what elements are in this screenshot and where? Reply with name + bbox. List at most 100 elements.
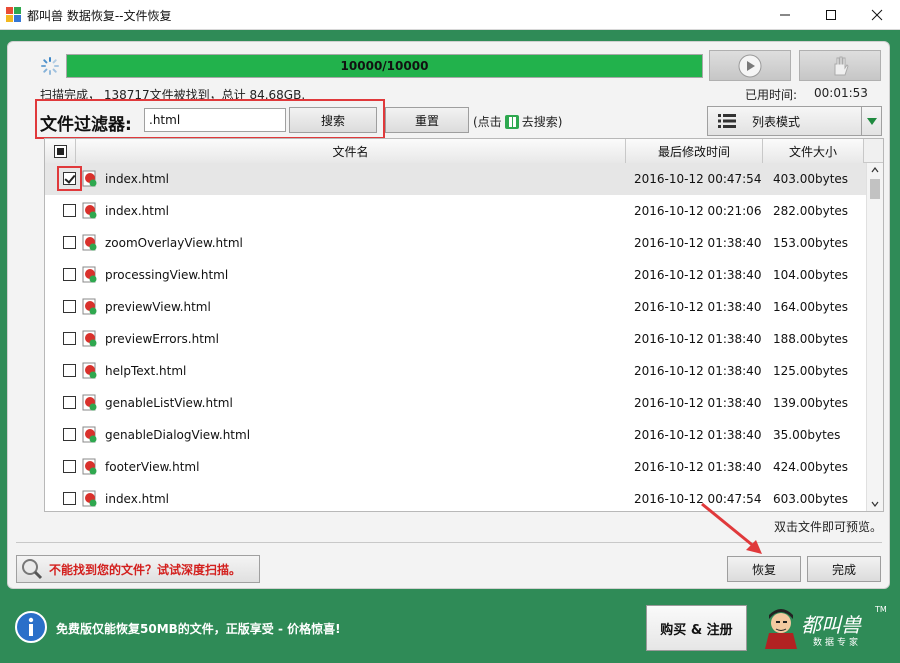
html-file-icon <box>82 170 97 187</box>
table-body: index.html 2016-10-12 00:47:54 403.00bytes… <box>45 163 866 511</box>
table-row[interactable]: index.html 2016-10-12 00:47:54 403.00bytes <box>45 163 866 195</box>
file-size: 282.00bytes <box>773 204 849 218</box>
column-header-filename[interactable]: 文件名 <box>76 139 626 163</box>
close-icon <box>871 9 883 21</box>
search-hint: (点击 去搜索) <box>473 113 562 130</box>
loading-spinner-icon <box>41 57 59 75</box>
scrollbar-thumb[interactable] <box>870 179 880 199</box>
row-checkbox[interactable] <box>63 492 76 505</box>
table-row[interactable]: index.html 2016-10-12 00:21:06 282.00bytes <box>45 195 866 227</box>
table-row[interactable]: index.html 2016-10-12 00:47:54 603.00bytes <box>45 483 866 511</box>
html-file-icon <box>82 362 97 379</box>
close-button[interactable] <box>854 0 900 30</box>
brand-name: 都叫兽 <box>801 613 861 637</box>
html-file-icon <box>82 330 97 347</box>
restore-button[interactable]: 恢复 <box>727 556 801 582</box>
scroll-up-icon[interactable] <box>870 165 880 175</box>
progress-text: 10000/10000 <box>340 59 429 73</box>
main-panel: 10000/10000 扫描完成， 138717文件被找到，总计 84.68GB… <box>7 41 890 589</box>
search-button[interactable]: 搜索 <box>289 107 377 133</box>
file-size: 104.00bytes <box>773 268 849 282</box>
file-filter-input[interactable] <box>144 108 286 132</box>
html-file-icon <box>82 490 97 507</box>
table-row[interactable]: helpText.html 2016-10-12 01:38:40 125.00by… <box>45 355 866 387</box>
row-checkbox[interactable] <box>63 172 76 185</box>
stop-button[interactable] <box>799 50 881 81</box>
dropdown-arrow[interactable] <box>861 107 881 135</box>
brand-logo: 都叫兽 TM 数据专家 <box>755 601 887 653</box>
file-table: 文件名 最后修改时间 文件大小 index.html 2016-10-12 00:… <box>44 138 884 512</box>
window-title: 都叫兽 数据恢复--文件恢复 <box>27 9 172 23</box>
table-row[interactable]: footerView.html 2016-10-12 01:38:40 424.00… <box>45 451 866 483</box>
file-size: 424.00bytes <box>773 460 849 474</box>
html-file-icon <box>82 234 97 251</box>
file-modified-date: 2016-10-12 00:47:54 <box>634 172 762 186</box>
promo-message: 免费版仅能恢复50MB的文件，正版享受 - 价格惊喜! <box>56 622 341 636</box>
resume-button[interactable] <box>709 50 791 81</box>
table-row[interactable]: previewView.html 2016-10-12 01:38:40 164.0… <box>45 291 866 323</box>
file-modified-date: 2016-10-12 01:38:40 <box>634 332 762 346</box>
column-header-size[interactable]: 文件大小 <box>763 139 864 163</box>
file-name: previewErrors.html <box>105 332 219 346</box>
select-all-checkbox[interactable] <box>53 144 67 158</box>
deep-scan-label: 不能找到您的文件？试试深度扫描。 <box>49 562 242 577</box>
buy-register-button[interactable]: 购买 & 注册 <box>646 605 747 651</box>
maximize-icon <box>826 10 836 20</box>
html-file-icon <box>82 202 97 219</box>
html-file-icon <box>82 298 97 315</box>
table-row[interactable]: genableDialogView.html 2016-10-12 01:38:4… <box>45 419 866 451</box>
done-button[interactable]: 完成 <box>807 556 881 582</box>
row-checkbox[interactable] <box>63 236 76 249</box>
play-icon <box>738 54 762 77</box>
file-modified-date: 2016-10-12 01:38:40 <box>634 428 762 442</box>
magnifier-icon <box>22 559 43 580</box>
file-name: zoomOverlayView.html <box>105 236 243 250</box>
pause-icon <box>504 114 519 129</box>
row-checkbox[interactable] <box>63 364 76 377</box>
file-name: genableDialogView.html <box>105 428 251 442</box>
table-row[interactable]: genableListView.html 2016-10-12 01:38:40 1… <box>45 387 866 419</box>
html-file-icon <box>82 266 97 283</box>
column-header-modified[interactable]: 最后修改时间 <box>626 139 763 163</box>
select-all-header[interactable] <box>45 139 76 163</box>
row-checkbox[interactable] <box>63 332 76 345</box>
row-checkbox[interactable] <box>63 204 76 217</box>
row-checkbox[interactable] <box>63 396 76 409</box>
vertical-scrollbar[interactable] <box>866 163 883 511</box>
scroll-down-icon[interactable] <box>870 499 880 509</box>
html-file-icon <box>82 458 97 475</box>
promo-bar: 免费版仅能恢复50MB的文件，正版享受 - 价格惊喜! 购买 & 注册 都叫兽 … <box>7 599 890 655</box>
file-size: 603.00bytes <box>773 492 849 506</box>
file-size: 188.00bytes <box>773 332 849 346</box>
search-hint-suffix: 去搜索) <box>521 115 563 129</box>
table-row[interactable]: zoomOverlayView.html 2016-10-12 01:38:40 1… <box>45 227 866 259</box>
file-name: index.html <box>105 492 169 506</box>
trademark: TM <box>875 605 887 614</box>
file-modified-date: 2016-10-12 00:21:06 <box>634 204 762 218</box>
mascot-icon <box>765 609 797 649</box>
file-name: index.html <box>105 172 169 186</box>
reset-button[interactable]: 重置 <box>385 107 469 133</box>
file-modified-date: 2016-10-12 01:38:40 <box>634 236 762 250</box>
brand-subtitle: 数据专家 <box>813 638 862 648</box>
file-name: previewView.html <box>105 300 211 314</box>
row-checkbox[interactable] <box>63 428 76 441</box>
table-row[interactable]: previewErrors.html 2016-10-12 01:38:40 188… <box>45 323 866 355</box>
stop-hand-icon <box>834 56 849 75</box>
view-mode-select[interactable]: 列表模式 <box>707 106 882 136</box>
file-name: helpText.html <box>105 364 187 378</box>
minimize-button[interactable] <box>762 0 808 30</box>
info-icon <box>15 611 47 643</box>
deep-scan-button[interactable]: 不能找到您的文件？试试深度扫描。 <box>16 555 260 583</box>
row-checkbox[interactable] <box>63 460 76 473</box>
maximize-button[interactable] <box>808 0 854 30</box>
row-checkbox[interactable] <box>63 268 76 281</box>
file-size: 125.00bytes <box>773 364 849 378</box>
file-modified-date: 2016-10-12 01:38:40 <box>634 300 762 314</box>
table-row[interactable]: processingView.html 2016-10-12 01:38:40 10… <box>45 259 866 291</box>
file-name: processingView.html <box>105 268 229 282</box>
file-name: genableListView.html <box>105 396 233 410</box>
row-checkbox[interactable] <box>63 300 76 313</box>
minimize-icon <box>780 14 790 16</box>
file-size: 164.00bytes <box>773 300 849 314</box>
